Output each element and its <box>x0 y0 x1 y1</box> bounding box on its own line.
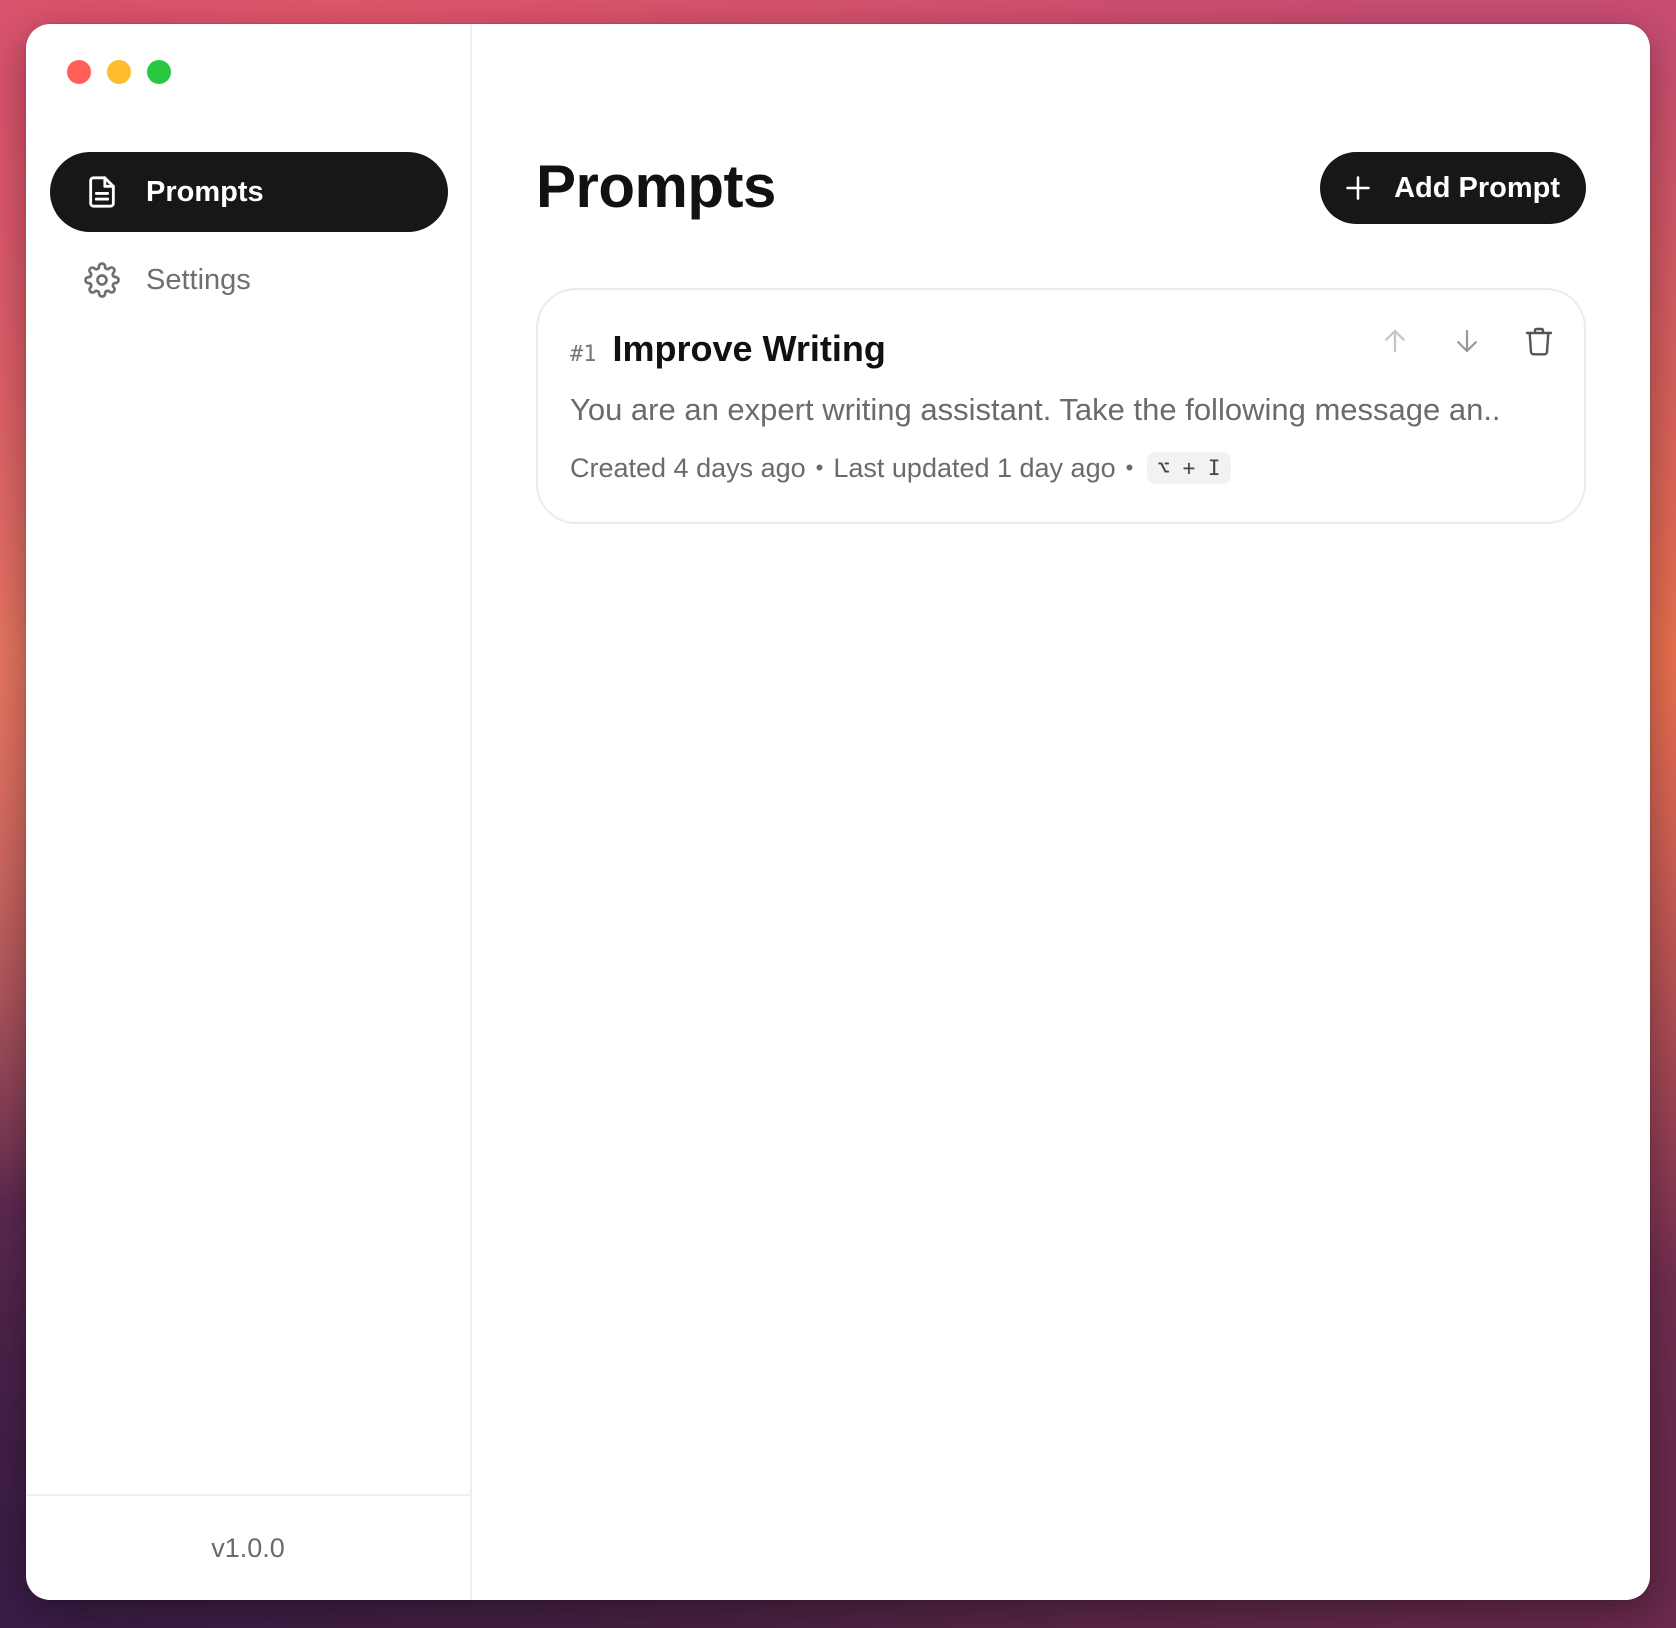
move-down-button[interactable] <box>1448 322 1486 360</box>
sidebar-footer: v1.0.0 <box>26 1494 470 1600</box>
main-content: Prompts Add Prompt #1 Improve Writing Yo… <box>472 24 1650 1600</box>
add-prompt-label: Add Prompt <box>1394 171 1560 204</box>
prompt-meta: Created 4 days ago • Last updated 1 day … <box>570 452 1231 484</box>
sidebar: Prompts Settings v1.0.0 <box>26 24 472 1600</box>
document-icon <box>84 174 120 210</box>
sidebar-item-settings[interactable]: Settings <box>50 240 448 320</box>
created-text: Created 4 days ago <box>570 452 806 483</box>
add-prompt-button[interactable]: Add Prompt <box>1320 152 1586 224</box>
updated-text: Last updated 1 day ago <box>833 452 1116 483</box>
prompt-title: Improve Writing <box>612 328 886 369</box>
prompt-card-actions <box>1376 322 1558 360</box>
minimize-window-button[interactable] <box>107 60 131 84</box>
prompt-preview: You are an expert writing assistant. Tak… <box>570 392 1501 427</box>
prompt-card-header: #1 Improve Writing <box>570 328 886 370</box>
sidebar-item-label: Prompts <box>146 175 264 208</box>
arrow-up-icon <box>1385 329 1405 353</box>
move-up-button[interactable] <box>1376 322 1414 360</box>
meta-separator: • <box>1125 455 1134 480</box>
version-label: v1.0.0 <box>211 1532 285 1563</box>
delete-prompt-button[interactable] <box>1520 322 1558 360</box>
app-window: Prompts Settings v1.0.0 Prompts Add Prom… <box>26 24 1650 1600</box>
prompt-card[interactable]: #1 Improve Writing You are an expert wri… <box>536 288 1586 524</box>
sidebar-item-label: Settings <box>146 263 251 296</box>
window-controls <box>67 60 171 84</box>
shortcut-badge: ⌥ + I <box>1147 452 1231 484</box>
trash-icon <box>1525 327 1553 356</box>
sidebar-item-prompts[interactable]: Prompts <box>50 152 448 232</box>
close-window-button[interactable] <box>67 60 91 84</box>
arrow-down-icon <box>1457 329 1477 353</box>
plus-icon <box>1344 174 1372 202</box>
zoom-window-button[interactable] <box>147 60 171 84</box>
gear-icon <box>84 262 120 298</box>
prompt-number: #1 <box>570 342 597 367</box>
meta-separator: • <box>815 455 824 480</box>
page-title: Prompts <box>536 153 776 220</box>
